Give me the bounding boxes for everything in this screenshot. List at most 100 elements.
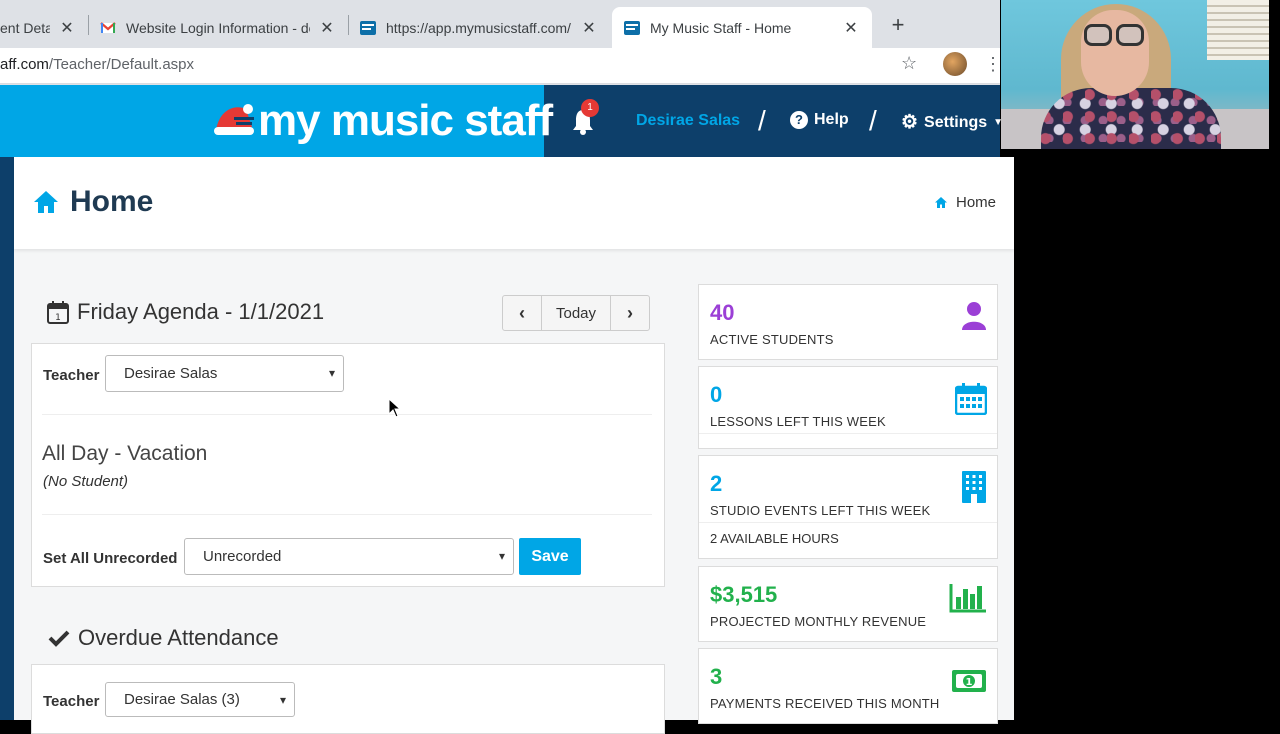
- webcam-overlay: [1001, 0, 1269, 149]
- building-icon: [962, 471, 986, 503]
- url-domain: aff.com: [0, 56, 49, 73]
- stat-value: 3: [710, 664, 723, 689]
- tab-3-title: https://app.mymusicstaff.com/: [386, 19, 571, 36]
- breadcrumb-home[interactable]: Home: [956, 194, 996, 211]
- new-tab-button[interactable]: +: [886, 12, 910, 38]
- money-icon: 1: [952, 670, 986, 692]
- stat-subcaption: 2 AVAILABLE HOURS: [710, 531, 839, 546]
- divider: [42, 414, 652, 415]
- tab-2-title: Website Login Information - de: [126, 19, 310, 36]
- tab-bar: ent Deta ✕ Website Login Information - d…: [0, 0, 1000, 48]
- user-icon: [962, 302, 986, 330]
- tab-2[interactable]: Website Login Information - de ✕: [88, 7, 348, 48]
- question-icon: ?: [790, 111, 808, 129]
- overdue-teacher-select[interactable]: Desirae Salas (3) ▾: [105, 682, 295, 717]
- stat-lessons-left[interactable]: 0 LESSONS LEFT THIS WEEK: [698, 366, 998, 449]
- user-name-link[interactable]: Desirae Salas: [636, 112, 740, 130]
- calendar-icon: 1: [47, 301, 69, 324]
- divider: /: [758, 105, 766, 136]
- divider: [42, 514, 652, 515]
- chevron-down-icon: ▾: [498, 549, 505, 563]
- today-button[interactable]: Today: [541, 296, 611, 330]
- presenter-face: [1081, 10, 1149, 96]
- stat-active-students[interactable]: 40 ACTIVE STUDENTS: [698, 284, 998, 360]
- help-label: Help: [814, 111, 849, 128]
- stat-payments-received[interactable]: 3 PAYMENTS RECEIVED THIS MONTH 1: [698, 648, 998, 724]
- next-day-button[interactable]: ›: [611, 296, 649, 330]
- tab-1-title: ent Deta: [0, 19, 50, 36]
- url-path: /Teacher/Default.aspx: [48, 56, 194, 73]
- page-title-text: Home: [70, 185, 154, 218]
- overdue-teacher-label: Teacher: [43, 693, 100, 710]
- mms-icon: [624, 20, 640, 35]
- help-link[interactable]: ? Help: [790, 111, 849, 129]
- settings-menu[interactable]: ⚙ Settings ▼: [901, 111, 1003, 134]
- stat-studio-events[interactable]: 2 STUDIO EVENTS LEFT THIS WEEK 2 AVAILAB…: [698, 455, 998, 559]
- agenda-title: 1 Friday Agenda - 1/1/2021: [47, 299, 324, 325]
- attendance-select[interactable]: Unrecorded ▾: [184, 538, 514, 575]
- close-icon[interactable]: ✕: [318, 18, 336, 38]
- presenter-body: [1041, 88, 1221, 149]
- overdue-title: Overdue Attendance: [48, 625, 279, 651]
- settings-label: Settings: [924, 113, 988, 131]
- attendance-select-value: Unrecorded: [203, 548, 282, 565]
- bookmark-star-icon[interactable]: ☆: [901, 53, 917, 74]
- overdue-teacher-value: Desirae Salas (3): [124, 691, 240, 708]
- agenda-title-text: Friday Agenda - 1/1/2021: [77, 299, 325, 324]
- stat-value: $3,515: [710, 582, 778, 607]
- url-text[interactable]: aff.com/Teacher/Default.aspx: [0, 56, 194, 73]
- svg-text:1: 1: [966, 677, 973, 688]
- page-title: Home: [32, 185, 153, 219]
- calendar-icon: [955, 383, 987, 415]
- stat-caption: STUDIO EVENTS LEFT THIS WEEK: [710, 503, 931, 518]
- chevron-down-icon: ▾: [279, 693, 286, 707]
- menu-kebab-icon[interactable]: ⋮: [984, 54, 1002, 75]
- chevron-down-icon: ▾: [328, 366, 335, 380]
- prev-day-button[interactable]: ‹: [503, 296, 541, 330]
- gear-icon: ⚙: [901, 112, 919, 133]
- stat-caption: PAYMENTS RECEIVED THIS MONTH: [710, 696, 940, 711]
- save-button[interactable]: Save: [519, 538, 581, 575]
- overdue-title-text: Overdue Attendance: [78, 625, 279, 650]
- address-bar[interactable]: aff.com/Teacher/Default.aspx ☆ ⋮: [0, 48, 1002, 84]
- glasses-left: [1084, 24, 1112, 46]
- event-title[interactable]: All Day - Vacation: [42, 442, 207, 466]
- glasses-right: [1116, 24, 1144, 46]
- tab-3[interactable]: https://app.mymusicstaff.com/ ✕: [348, 7, 610, 48]
- profile-avatar[interactable]: [943, 52, 967, 76]
- svg-text:1: 1: [55, 313, 61, 323]
- breadcrumb[interactable]: Home: [934, 194, 996, 211]
- close-icon[interactable]: ✕: [842, 18, 860, 38]
- mms-icon: [360, 20, 376, 35]
- page-header: Home Home: [14, 157, 1014, 249]
- event-student: (No Student): [43, 473, 129, 490]
- sidebar-strip: [0, 157, 14, 720]
- notification-badge: 1: [581, 99, 599, 117]
- mouse-cursor-icon: [388, 398, 402, 418]
- home-icon: [934, 197, 947, 208]
- stat-caption: LESSONS LEFT THIS WEEK: [710, 414, 886, 429]
- stat-caption: PROJECTED MONTHLY REVENUE: [710, 614, 927, 629]
- tab-4-title: My Music Staff - Home: [650, 19, 792, 36]
- divider: /: [869, 105, 877, 136]
- window-blinds: [1207, 0, 1269, 60]
- stat-value: 2: [710, 471, 723, 496]
- stat-value: 0: [710, 382, 723, 407]
- close-icon[interactable]: ✕: [580, 18, 598, 38]
- close-icon[interactable]: ✕: [58, 18, 76, 38]
- gmail-icon: [100, 21, 116, 33]
- tab-4-active[interactable]: My Music Staff - Home ✕: [612, 7, 872, 48]
- home-icon: [34, 191, 58, 213]
- logo[interactable]: my music staff: [212, 93, 553, 149]
- teacher-select[interactable]: Desirae Salas ▾: [105, 355, 344, 392]
- santa-hat-logo-icon: [214, 104, 254, 135]
- checkmark-icon: [48, 630, 70, 647]
- stat-projected-revenue[interactable]: $3,515 PROJECTED MONTHLY REVENUE: [698, 566, 998, 642]
- stat-value: 40: [710, 300, 735, 325]
- teacher-select-value: Desirae Salas: [124, 365, 218, 382]
- teacher-label: Teacher: [43, 367, 100, 384]
- tab-1[interactable]: ent Deta ✕: [0, 7, 88, 48]
- stat-caption: ACTIVE STUDENTS: [710, 332, 834, 347]
- date-navigation: ‹ Today ›: [502, 295, 650, 331]
- bar-chart-icon: [949, 584, 986, 613]
